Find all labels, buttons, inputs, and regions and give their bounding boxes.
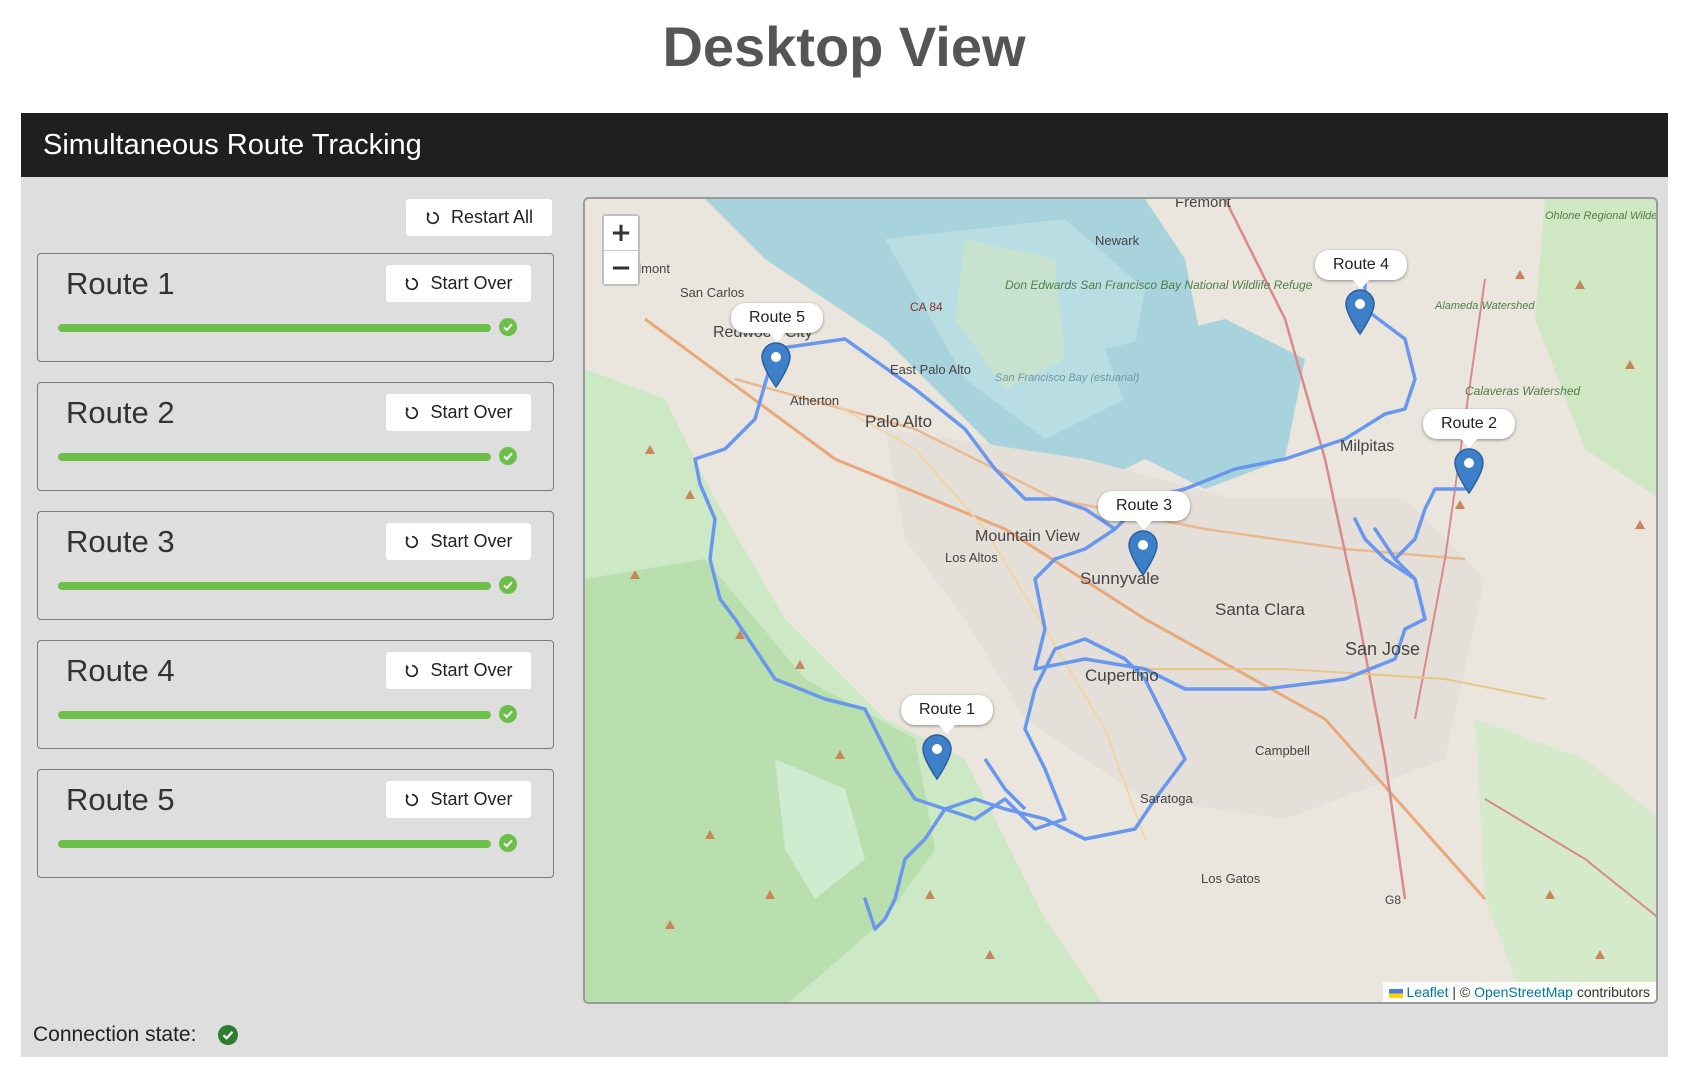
place-label: CA 84 [910, 300, 943, 314]
restart-icon [404, 276, 420, 292]
start-over-label: Start Over [430, 402, 513, 422]
place-label: Los Gatos [1201, 871, 1261, 886]
start-over-button[interactable]: Start Over [386, 265, 531, 302]
route-card-3: Route 3 Start Over [37, 511, 554, 620]
route-card-2: Route 2 Start Over [37, 382, 554, 491]
marker-label-route-4: Route 4 [1315, 250, 1408, 289]
progress-bar [58, 324, 491, 332]
connection-state: Connection state: [33, 1023, 239, 1047]
start-over-button[interactable]: Start Over [386, 523, 531, 560]
app-container: Simultaneous Route Tracking Restart All … [21, 113, 1668, 1057]
osm-link[interactable]: OpenStreetMap [1474, 984, 1573, 1000]
start-over-label: Start Over [430, 273, 513, 293]
start-over-label: Start Over [430, 789, 513, 809]
restart-all-label: Restart All [450, 207, 534, 227]
map-marker-pin-icon[interactable] [921, 733, 953, 781]
route-name: Route 1 [66, 266, 175, 301]
marker-label-route-2: Route 2 [1423, 409, 1516, 448]
route-card-4: Route 4 Start Over [37, 640, 554, 749]
connection-check-icon [218, 1025, 239, 1045]
place-label: Alameda Watershed [1434, 300, 1535, 312]
route-card-5: Route 5 Start Over [37, 769, 554, 878]
place-label: G8 [1385, 893, 1401, 907]
place-label: San Francisco Bay (estuarial) [995, 372, 1140, 384]
place-label: Atherton [790, 393, 839, 408]
place-label: Mountain View [975, 528, 1080, 545]
start-over-button[interactable]: Start Over [386, 781, 531, 818]
route-name: Route 2 [66, 395, 175, 430]
place-label: Calaveras Watershed [1465, 384, 1580, 398]
attribution-separator: | © [1448, 984, 1475, 1000]
start-over-button[interactable]: Start Over [386, 652, 531, 689]
route-card-1: Route 1 Start Over [37, 253, 554, 362]
progress-fill [58, 324, 491, 332]
route-name: Route 5 [66, 782, 175, 817]
zoom-out-button[interactable]: − [604, 250, 638, 284]
place-label: San Carlos [680, 285, 745, 300]
place-label: San Jose [1345, 639, 1420, 659]
check-icon [499, 576, 517, 594]
place-label: East Palo Alto [890, 362, 971, 377]
place-label: Fremont [1175, 199, 1232, 211]
page-title: Desktop View [662, 15, 1026, 78]
progress-fill [58, 453, 491, 461]
restart-all-button[interactable]: Restart All [406, 199, 552, 236]
marker-label-route-3: Route 3 [1098, 491, 1191, 530]
progress-fill [58, 711, 491, 719]
place-label: Palo Alto [865, 412, 932, 431]
progress-bar [58, 840, 491, 848]
restart-icon [404, 792, 420, 808]
place-label: Ohlone Regional Wilderness Preserve [1545, 210, 1658, 222]
attribution-suffix: contributors [1572, 984, 1650, 1000]
map-marker-pin-icon[interactable] [760, 341, 792, 389]
progress-fill [58, 582, 491, 590]
check-icon [499, 834, 517, 852]
ukraine-flag-icon [1389, 988, 1404, 998]
place-label: Los Altos [945, 550, 998, 565]
leaflet-link[interactable]: Leaflet [1406, 984, 1448, 1000]
place-label: Santa Clara [1215, 600, 1305, 619]
connection-label: Connection state: [33, 1023, 197, 1046]
map-marker-pin-icon[interactable] [1453, 447, 1485, 495]
map-marker-pin-icon[interactable] [1127, 529, 1159, 577]
restart-icon [404, 405, 420, 421]
check-icon [499, 447, 517, 465]
place-label: Saratoga [1140, 791, 1194, 806]
progress-fill [58, 840, 491, 848]
route-map[interactable]: Fremont Newark elmont San Carlos Redwood… [583, 197, 1658, 1004]
start-over-label: Start Over [430, 531, 513, 551]
start-over-label: Start Over [430, 660, 513, 680]
place-label: Newark [1095, 233, 1140, 248]
place-label: Cupertino [1085, 666, 1159, 685]
route-name: Route 3 [66, 524, 175, 559]
progress-bar [58, 453, 491, 461]
restart-icon [404, 534, 420, 550]
place-label: Campbell [1255, 743, 1310, 758]
restart-icon [425, 210, 441, 226]
map-attribution: Leaflet | © OpenStreetMap contributors [1383, 982, 1656, 1002]
map-marker-pin-icon[interactable] [1344, 288, 1376, 336]
start-over-button[interactable]: Start Over [386, 394, 531, 431]
zoom-in-button[interactable]: + [604, 216, 638, 250]
progress-bar [58, 582, 491, 590]
app-header: Simultaneous Route Tracking [21, 113, 1668, 177]
route-name: Route 4 [66, 653, 175, 688]
marker-label-route-5: Route 5 [731, 303, 824, 342]
place-label: Don Edwards San Francisco Bay National W… [1005, 278, 1313, 292]
restart-icon [404, 663, 420, 679]
marker-label-route-1: Route 1 [901, 695, 994, 734]
zoom-control: + − [602, 214, 640, 286]
place-label: Milpitas [1340, 438, 1394, 455]
app-title: Simultaneous Route Tracking [43, 128, 422, 161]
check-icon [499, 705, 517, 723]
check-icon [499, 318, 517, 336]
progress-bar [58, 711, 491, 719]
